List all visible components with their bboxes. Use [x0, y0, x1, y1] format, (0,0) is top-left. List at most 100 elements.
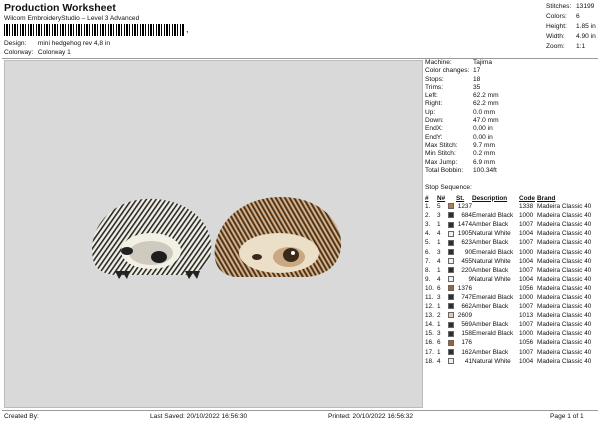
stitch-count: 1905	[457, 230, 472, 238]
color-swatch	[448, 357, 454, 364]
thread-swatch	[448, 348, 456, 357]
table-row: 3. 1 1474 Amber Black 1007 Madeira Classic 40	[425, 220, 599, 229]
color-swatch	[448, 294, 454, 301]
thread-code: 1000	[519, 212, 534, 220]
needle-number: 1	[437, 221, 441, 229]
page-title: Production Worksheet	[4, 2, 116, 14]
info-row: Machine: Tajima	[425, 59, 493, 66]
needle-number: 1	[437, 303, 441, 311]
stitch-count: 220	[461, 266, 472, 274]
needle-number: 3	[437, 212, 441, 220]
thread-description	[472, 311, 519, 320]
colorway-label: Colorway:	[4, 49, 34, 56]
row-index: 3.	[425, 221, 431, 229]
thread-brand: Madeira Classic 40	[537, 275, 592, 283]
thread-brand: Madeira Classic 40	[537, 212, 592, 220]
table-header-row: # N# St. Description Code Brand	[425, 194, 599, 202]
stat-row: Zoom: 1:1	[546, 43, 586, 50]
row-index: 11.	[425, 293, 434, 301]
row-index: 17.	[425, 348, 434, 356]
design-preview	[4, 60, 423, 408]
thread-swatch	[448, 266, 456, 275]
table-row: 14. 1 569 Amber Black 1007 Madeira Classic 40	[425, 320, 599, 329]
thread-brand: Madeira Classic 40	[537, 203, 592, 211]
thread-swatch	[448, 229, 456, 238]
needle-number: 5	[437, 203, 441, 211]
thread-brand: Madeira Classic 40	[537, 221, 592, 229]
color-swatch	[448, 303, 454, 310]
colorway-value: Colorway 1	[37, 49, 71, 56]
info-row: Trims: 35	[425, 83, 481, 91]
thread-code: 1007	[519, 266, 534, 274]
thread-brand: Madeira Classic 40	[537, 303, 592, 311]
last-saved: Last Saved: 20/10/2022 16:56:30	[150, 413, 248, 420]
stat-row: Colors: 6	[546, 13, 580, 20]
table-row: 16. 6 176 1056 Madeira Classic 40	[425, 338, 599, 347]
info-row: Stops: 18	[425, 75, 481, 83]
colorway-row: Colorway: Colorway 1	[4, 49, 71, 56]
table-row: 2. 3 684 Emerald Black 1000 Madeira Classic 4…	[425, 211, 599, 220]
thread-code: 1000	[519, 293, 534, 301]
design-label: Design:	[4, 40, 27, 47]
stitch-count: 162	[461, 348, 472, 356]
table-row: 11. 3 747 Emerald Black 1000 Madeira Classic …	[425, 293, 599, 302]
thread-swatch	[448, 357, 456, 366]
color-swatch	[448, 203, 454, 210]
needle-number: 6	[437, 339, 441, 347]
thread-description: Amber Black	[472, 221, 509, 229]
table-row: 12. 1 662 Amber Black 1007 Madeira Classic 40	[425, 302, 599, 311]
thread-description: Emerald Black	[472, 330, 514, 338]
barcode-suffix: ,	[186, 24, 189, 34]
thread-brand: Madeira Classic 40	[537, 284, 592, 292]
thread-swatch	[448, 329, 456, 338]
table-row: 15. 3 158 Emerald Black 1000 Madeira Classic …	[425, 329, 599, 338]
column-header: Code	[519, 194, 535, 202]
stitch-count: 662	[461, 303, 472, 311]
info-row: EndX: 0.00 in	[425, 125, 493, 133]
thread-swatch	[448, 284, 456, 293]
stitch-count: 747	[461, 293, 472, 301]
thread-description: Emerald Black	[472, 293, 514, 301]
needle-number: 3	[437, 293, 441, 301]
table-row: 7. 4 455 Natural White 1004 Madeira Classic 4…	[425, 257, 599, 266]
row-index: 5.	[425, 239, 431, 247]
row-index: 9.	[425, 275, 431, 283]
thread-brand: Madeira Classic 40	[537, 266, 592, 274]
thread-code: 1007	[519, 348, 534, 356]
row-index: 6.	[425, 248, 431, 256]
thread-description: Natural White	[472, 257, 511, 265]
column-header: Brand	[537, 194, 556, 202]
thread-code: 1004	[519, 230, 534, 238]
thread-swatch	[448, 320, 456, 329]
table-row: 10. 6 1376 1056 Madeira Classic 40	[425, 284, 599, 293]
row-index: 2.	[425, 212, 431, 220]
color-swatch	[448, 321, 454, 328]
table-row: 4. 4 1905 Natural White 1004 Madeira Classic …	[425, 229, 599, 238]
thread-description: Natural White	[472, 357, 511, 365]
stitch-count: 9	[468, 275, 472, 283]
info-row: Max Stitch: 9.7 mm	[425, 141, 495, 149]
stitch-count: 90	[464, 248, 472, 256]
stitch-count: 455	[461, 257, 472, 265]
thread-brand: Madeira Classic 40	[537, 248, 592, 256]
machine-info: Machine: Tajima Color changes: 17 Stops: 18…	[425, 59, 599, 175]
thread-code: 1056	[519, 339, 534, 347]
stitch-count: 1474	[457, 221, 472, 229]
row-index: 1.	[425, 203, 431, 211]
table-row: 9. 4 9 Natural White 1004 Madeira Classic 40	[425, 275, 599, 284]
color-swatch	[448, 221, 454, 228]
hedgehog-embroidery-image	[92, 197, 342, 279]
row-index: 7.	[425, 257, 431, 265]
stitch-count: 684	[461, 212, 472, 220]
color-swatch	[448, 330, 454, 337]
thread-description: Amber Black	[472, 239, 509, 247]
needle-number: 1	[437, 266, 441, 274]
design-value: mini hedgehog rev 4,8 in	[37, 40, 111, 47]
software-name: Wilcom EmbroideryStudio – Level 3 Advanc…	[4, 15, 140, 22]
table-row: 18. 4 41 Natural White 1004 Madeira Classic 4…	[425, 357, 599, 366]
design-row: Design: mini hedgehog rev 4,8 in	[4, 40, 110, 47]
stop-sequence-table: # N# St. Description Code Brand 1. 5 1237 1…	[425, 194, 599, 366]
row-index: 15.	[425, 330, 434, 338]
stat-row: Stitches: 13199	[546, 3, 595, 10]
thread-code: 1007	[519, 321, 534, 329]
